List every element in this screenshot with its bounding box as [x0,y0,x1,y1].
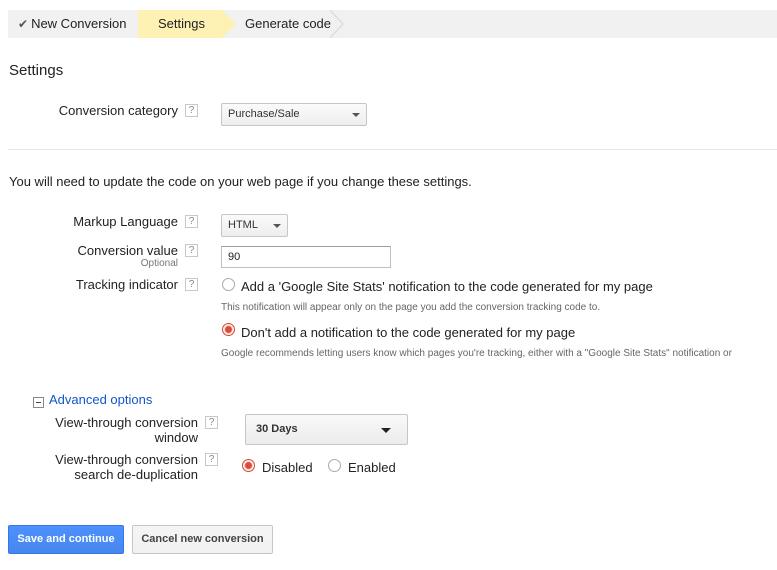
chevron-down-icon [381,428,391,433]
step-settings[interactable]: Settings [138,10,222,38]
conversion-category-label: Conversion category [58,103,178,118]
step-new-conversion-label: New Conversion [31,16,127,31]
no-notification-radio[interactable] [222,323,235,336]
view-through-window-label-line2: window [154,430,198,445]
no-notification-hint: Google recommends letting users know whi… [221,348,732,359]
step-generate-code-label: Generate code [245,16,332,31]
dedup-label-line1: View-through conversion [55,452,198,467]
view-through-window-label: View-through conversion window [30,415,198,445]
conversion-category-select[interactable]: Purchase/Sale [221,103,367,126]
add-notification-label[interactable]: Add a 'Google Site Stats' notification t… [241,279,653,294]
help-icon[interactable]: ? [185,215,198,228]
markup-language-value: HTML [228,219,258,231]
optional-hint: Optional [140,258,178,269]
dedup-label: View-through conversion search de-duplic… [30,452,198,482]
chevron-down-icon [352,113,360,117]
section-divider [8,149,777,150]
conversion-value-label: Conversion value [77,243,178,258]
help-icon[interactable]: ? [205,416,218,429]
view-through-window-value: 30 Days [256,423,298,435]
add-notification-hint: This notification will appear only on th… [221,302,601,313]
help-icon[interactable]: ? [205,453,218,466]
add-notification-radio[interactable] [222,278,235,291]
step-separator-icon [222,10,236,38]
dedup-enabled-radio[interactable] [328,459,341,472]
save-and-continue-button[interactable]: Save and continue [8,525,124,554]
markup-language-select[interactable]: HTML [221,214,288,237]
dedup-enabled-label[interactable]: Enabled [348,460,396,475]
tracking-indicator-label: Tracking indicator [75,277,178,292]
help-icon[interactable]: ? [185,104,198,117]
checkmark-icon: ✔ [18,17,29,31]
markup-language-label: Markup Language [73,214,178,229]
page-title: Settings [9,62,64,79]
advanced-options-link[interactable]: Advanced options [49,392,152,407]
view-through-window-select[interactable]: 30 Days [245,414,408,445]
conversion-category-value: Purchase/Sale [228,108,300,120]
breadcrumb: ✔ New Conversion Settings Generate code [8,10,777,38]
view-through-window-label-line1: View-through conversion [55,415,198,430]
no-notification-label[interactable]: Don't add a notification to the code gen… [241,325,575,340]
conversion-value-input[interactable]: 90 [221,246,391,268]
dedup-disabled-radio[interactable] [242,459,255,472]
collapse-icon[interactable] [33,397,44,408]
dedup-disabled-label[interactable]: Disabled [262,460,313,475]
dedup-label-line2: search de-duplication [74,467,198,482]
help-icon[interactable]: ? [185,244,198,257]
step-new-conversion[interactable]: ✔ New Conversion [8,10,138,38]
help-icon[interactable]: ? [185,278,198,291]
cancel-conversion-button[interactable]: Cancel new conversion [132,525,273,554]
step-separator-icon [330,10,344,38]
chevron-down-icon [273,224,281,228]
update-notice: You will need to update the code on your… [9,174,472,189]
step-settings-label: Settings [158,16,205,31]
